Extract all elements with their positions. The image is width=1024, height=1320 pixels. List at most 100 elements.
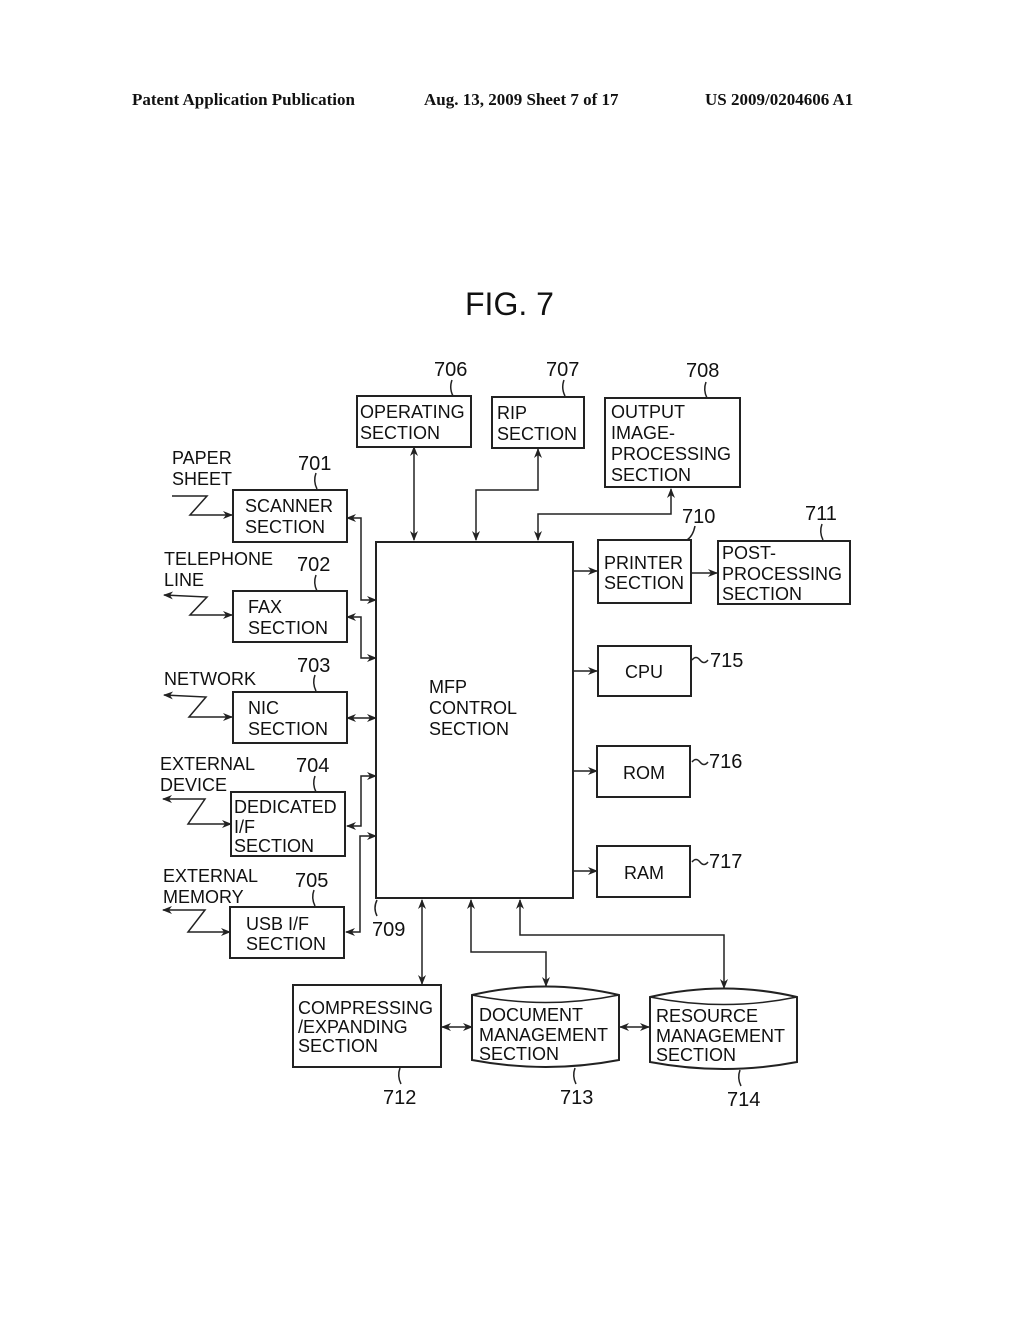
compressing-expanding-block: COMPRESSING /EXPANDING SECTION 712 xyxy=(292,984,442,1109)
svg-text:NIC: NIC xyxy=(248,698,279,718)
leader-701 xyxy=(313,472,318,490)
leader-715 xyxy=(691,656,709,664)
external-network-link xyxy=(163,691,233,721)
leader-706 xyxy=(449,379,454,397)
ref-714: 714 xyxy=(727,1089,760,1111)
external-label: PAPER xyxy=(172,448,232,468)
ref-704: 704 xyxy=(296,755,329,777)
svg-text:SECTION: SECTION xyxy=(246,934,326,954)
external-label: NETWORK xyxy=(164,669,256,689)
external-telephone-link xyxy=(163,591,233,619)
ref-716: 716 xyxy=(709,751,742,773)
svg-text:IMAGE-: IMAGE- xyxy=(611,423,675,443)
leader-713 xyxy=(572,1067,577,1085)
leader-709 xyxy=(374,899,378,917)
leader-712 xyxy=(397,1067,402,1085)
ref-717: 717 xyxy=(709,851,742,873)
ref-711: 711 xyxy=(805,503,837,525)
ref-713: 713 xyxy=(560,1087,593,1109)
svg-text:OPERATING: OPERATING xyxy=(360,402,465,422)
svg-text:/EXPANDING: /EXPANDING xyxy=(298,1017,408,1037)
external-label: DEVICE xyxy=(160,775,227,795)
svg-text:OUTPUT: OUTPUT xyxy=(611,402,685,422)
connector-document xyxy=(467,899,550,987)
external-label: SHEET xyxy=(172,469,232,489)
svg-text:RESOURCE: RESOURCE xyxy=(656,1006,758,1026)
svg-text:SCANNER: SCANNER xyxy=(245,496,333,516)
leader-708 xyxy=(703,381,708,399)
leader-704 xyxy=(312,775,317,793)
svg-text:ROM: ROM xyxy=(623,763,665,783)
nic-block: NIC SECTION 703 NETWORK xyxy=(164,655,348,744)
svg-text:SECTION: SECTION xyxy=(234,836,314,856)
ref-708: 708 xyxy=(686,360,719,382)
external-label: LINE xyxy=(164,570,204,590)
ref-715: 715 xyxy=(710,650,743,672)
connector-rip xyxy=(472,448,542,541)
leader-703 xyxy=(312,674,317,692)
ref-701: 701 xyxy=(298,453,331,475)
svg-text:MANAGEMENT: MANAGEMENT xyxy=(479,1025,608,1045)
connector-dedicated xyxy=(346,772,377,830)
svg-text:MFP: MFP xyxy=(429,677,467,697)
external-label: EXTERNAL xyxy=(163,866,258,886)
svg-text:POST-: POST- xyxy=(722,543,776,563)
svg-text:CPU: CPU xyxy=(625,662,663,682)
svg-text:COMPRESSING: COMPRESSING xyxy=(298,998,433,1018)
svg-text:SECTION: SECTION xyxy=(248,719,328,739)
external-label: MEMORY xyxy=(163,887,244,907)
svg-text:SECTION: SECTION xyxy=(497,424,577,444)
svg-text:MANAGEMENT: MANAGEMENT xyxy=(656,1026,785,1046)
ref-706: 706 xyxy=(434,359,467,381)
ref-709: 709 xyxy=(372,919,405,941)
post-processing-block: POST- PROCESSING SECTION 711 xyxy=(717,503,851,605)
ram-block: RAM 717 xyxy=(596,845,742,898)
rom-block: ROM 716 xyxy=(596,745,742,798)
svg-text:PROCESSING: PROCESSING xyxy=(722,564,842,584)
svg-text:DEDICATED: DEDICATED xyxy=(234,797,337,817)
connector-scanner xyxy=(346,514,377,604)
ref-703: 703 xyxy=(297,655,330,677)
cpu-block: CPU 715 xyxy=(597,645,743,697)
svg-text:SECTION: SECTION xyxy=(248,618,328,638)
svg-text:SECTION: SECTION xyxy=(245,517,325,537)
connector-output-image xyxy=(534,488,675,541)
rip-block: RIP SECTION 707 xyxy=(491,359,585,449)
leader-714 xyxy=(737,1069,742,1087)
connector-resource xyxy=(516,899,728,989)
leader-717 xyxy=(691,858,709,866)
leader-705 xyxy=(311,889,316,907)
document-management-block: DOCUMENT MANAGEMENT SECTION 713 xyxy=(471,985,620,1109)
svg-text:CONTROL: CONTROL xyxy=(429,698,517,718)
figure-title: FIG. 7 xyxy=(465,286,554,322)
printer-block: PRINTER SECTION 710 xyxy=(597,506,715,604)
svg-text:SECTION: SECTION xyxy=(604,573,684,593)
svg-text:PRINTER: PRINTER xyxy=(604,553,683,573)
external-memory-link xyxy=(162,906,231,936)
dedicated-if-block: DEDICATED I/F SECTION 704 EXTERNAL DEVIC… xyxy=(160,754,346,857)
ref-702: 702 xyxy=(297,554,330,576)
external-paper-link xyxy=(172,495,233,519)
svg-text:RIP: RIP xyxy=(497,403,527,423)
external-label: TELEPHONE xyxy=(164,549,273,569)
block-diagram: FIG. 7 MFP CONTROL SECTION 709 SCANNER S… xyxy=(160,286,851,1111)
scanner-block: SCANNER SECTION 701 PAPER SHEET xyxy=(172,448,348,543)
output-image-processing-block: OUTPUT IMAGE- PROCESSING SECTION 708 xyxy=(604,360,741,488)
leader-711 xyxy=(819,523,824,541)
connector-usb xyxy=(345,832,377,936)
fax-block: FAX SECTION 702 TELEPHONE LINE xyxy=(164,549,348,643)
operating-block: OPERATING SECTION 706 xyxy=(356,359,472,448)
svg-text:DOCUMENT: DOCUMENT xyxy=(479,1005,583,1025)
mfp-control-block: MFP CONTROL SECTION 709 xyxy=(372,541,574,941)
svg-text:SECTION: SECTION xyxy=(298,1036,378,1056)
external-label: EXTERNAL xyxy=(160,754,255,774)
svg-text:SECTION: SECTION xyxy=(611,465,691,485)
connector-fax xyxy=(346,613,377,662)
leader-710 xyxy=(686,525,696,541)
svg-text:PROCESSING: PROCESSING xyxy=(611,444,731,464)
svg-text:SECTION: SECTION xyxy=(722,584,802,604)
leader-707 xyxy=(561,379,566,397)
usb-if-block: USB I/F SECTION 705 EXTERNAL MEMORY xyxy=(163,866,345,959)
resource-management-block: RESOURCE MANAGEMENT SECTION 714 xyxy=(649,987,798,1111)
ref-712: 712 xyxy=(383,1087,416,1109)
